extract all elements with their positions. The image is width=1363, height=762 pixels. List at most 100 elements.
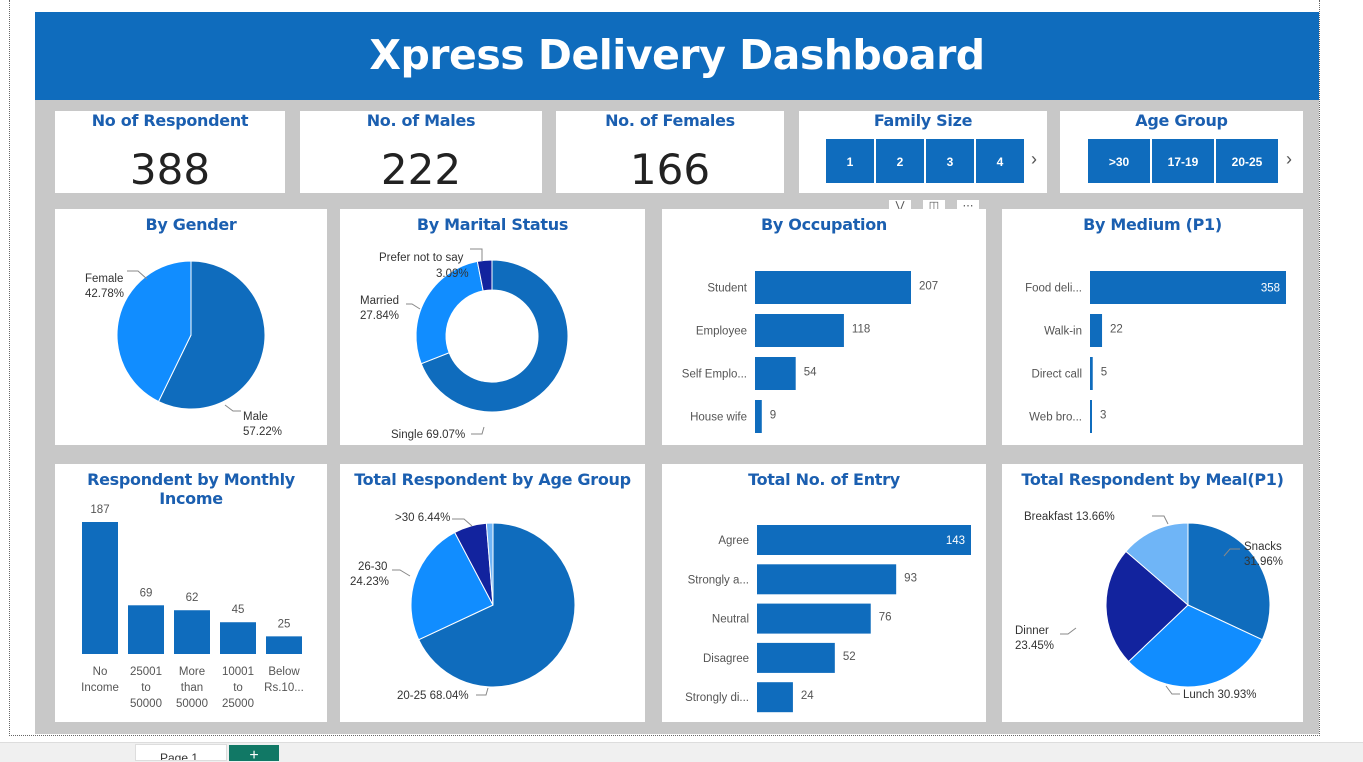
card-occupation[interactable]: By Occupation Student 207 Employee 118 Self … [662, 209, 986, 445]
slicer-option-20-25[interactable]: 20-25 [1215, 138, 1279, 184]
data-label: 52 [843, 651, 856, 663]
bar [757, 564, 897, 595]
card-agegroup[interactable]: Total Respondent by Age Group >30 6.44% 2… [340, 464, 645, 722]
bar [1090, 400, 1092, 433]
column [220, 622, 256, 654]
kpi-card-females[interactable]: No. of Females 166 [556, 111, 784, 194]
slice-label: 31.96% [1244, 556, 1283, 568]
income-column-chart: 187 No Income 69 25001 to 50000 62 More than 50000… [81, 504, 304, 710]
bar [1090, 271, 1286, 304]
card-gender[interactable]: By Gender Female 42.78% Male 57.22% [55, 209, 327, 445]
report-canvas: Xpress Delivery Dashboard No of Responde… [35, 12, 1319, 734]
leader-line [471, 426, 485, 435]
data-label: 358 [1261, 283, 1280, 295]
column [174, 610, 210, 654]
medium-bar-chart: Food deli... 358 Walk-in 22 Direct call 5 Web … [1025, 271, 1286, 433]
slice-label: 20-25 68.04% [397, 690, 469, 702]
data-label: 76 [879, 612, 892, 624]
chevron-right-icon[interactable]: › [1031, 149, 1037, 170]
slice-label: >30 6.44% [395, 512, 450, 524]
category-label: Self Emplo... [682, 369, 747, 381]
slice-label: 57.22% [243, 426, 282, 438]
category-label: Below [268, 666, 300, 678]
category-label: Rs.10... [264, 682, 304, 694]
data-label: 45 [232, 604, 245, 616]
chevron-right-icon[interactable]: › [1286, 149, 1292, 170]
gender-pie-chart: Female 42.78% Male 57.22% [85, 260, 282, 438]
slice-label: Prefer not to say [379, 252, 464, 264]
category-label: to [233, 682, 243, 694]
slice-label: Married [360, 295, 399, 307]
data-label: 22 [1110, 324, 1123, 336]
column [82, 522, 118, 654]
bar [755, 271, 911, 304]
bar [757, 642, 835, 673]
kpi-card-males[interactable]: No. of Males 222 [300, 111, 542, 194]
add-page-button[interactable]: + [229, 745, 279, 761]
bar [1090, 357, 1093, 390]
slicer-option-2[interactable]: 2 [875, 138, 925, 184]
data-label: 3 [1100, 410, 1106, 422]
slice-label: 3.09% [436, 268, 469, 280]
bar [755, 314, 844, 347]
category-label: Strongly di... [685, 692, 749, 704]
category-label: than [181, 682, 203, 694]
kpi-label: No. of Males [366, 111, 476, 130]
category-label: to [141, 682, 151, 694]
slicer-family-size[interactable]: Family Size 1 2 3 4 › [799, 111, 1047, 193]
leader-line [224, 404, 241, 412]
data-label: 118 [852, 324, 870, 336]
slicer-option-17-19[interactable]: 17-19 [1151, 138, 1215, 184]
slice-label: Lunch 30.93% [1183, 689, 1257, 701]
category-label: Walk-in [1044, 326, 1082, 338]
page-tab[interactable]: Page 1 [135, 744, 227, 761]
data-label: 62 [186, 592, 199, 604]
slice-label: Snacks [1244, 541, 1282, 553]
category-label: 10001 [222, 666, 254, 678]
category-label: 50000 [176, 698, 208, 710]
bar [757, 682, 793, 713]
category-label: Employee [696, 326, 747, 338]
data-label: 5 [1101, 367, 1107, 379]
slicer-option-over-30[interactable]: >30 [1087, 138, 1151, 184]
card-income[interactable]: Respondent by Monthly Income 187 No Income… [55, 464, 327, 722]
leader-line [1152, 515, 1169, 525]
kpi-label: No of Respondent [91, 111, 249, 130]
slice-label: 27.84% [360, 310, 399, 322]
slicer-age-group[interactable]: Age Group >30 17-19 20-25 › [1060, 111, 1303, 193]
meal-pie-chart: Breakfast 13.66% Snacks 31.96% Dinner 23.45%… [1015, 511, 1283, 701]
leader-line [1060, 627, 1077, 635]
category-label: Disagree [703, 653, 749, 665]
slicer-option-3[interactable]: 3 [925, 138, 975, 184]
bar [757, 525, 971, 555]
kpi-label: No. of Females [605, 111, 735, 130]
slice-label: Dinner [1015, 625, 1049, 637]
kpi-card-respondents[interactable]: No of Respondent 388 [55, 111, 285, 194]
card-entry[interactable]: Total No. of Entry Agree 143 Strongly a...… [662, 464, 986, 722]
slice-label: 26-30 [358, 561, 387, 573]
leader-line [1165, 685, 1180, 695]
data-label: 187 [90, 504, 109, 516]
bar [755, 400, 762, 433]
category-label: Neutral [712, 614, 749, 626]
leader-line [452, 518, 473, 527]
card-marital[interactable]: By Marital Status Prefer not to say 3.09%… [340, 209, 645, 445]
slice-label: 24.23% [350, 576, 389, 588]
slicer-option-1[interactable]: 1 [825, 138, 875, 184]
leader-line [470, 248, 483, 261]
slicer-option-4[interactable]: 4 [975, 138, 1025, 184]
data-label: 93 [904, 572, 917, 584]
category-label: Income [81, 682, 119, 694]
bar [755, 357, 796, 390]
bar [1090, 314, 1103, 347]
slicer-title: Age Group [1135, 111, 1228, 130]
slice-label: 42.78% [85, 288, 124, 300]
data-label: 143 [946, 535, 965, 547]
entry-bar-chart: Agree 143 Strongly a... 93 Neutral 76 Disagree… [685, 525, 971, 713]
category-label: No [93, 666, 108, 678]
card-meal[interactable]: Total Respondent by Meal(P1) Breakfast 1… [1002, 464, 1303, 722]
column [128, 605, 164, 654]
card-medium[interactable]: By Medium (P1) Food deli... 358 Walk-in 22 D… [1002, 209, 1303, 445]
category-label: More [179, 666, 205, 678]
data-label: 69 [140, 587, 153, 599]
